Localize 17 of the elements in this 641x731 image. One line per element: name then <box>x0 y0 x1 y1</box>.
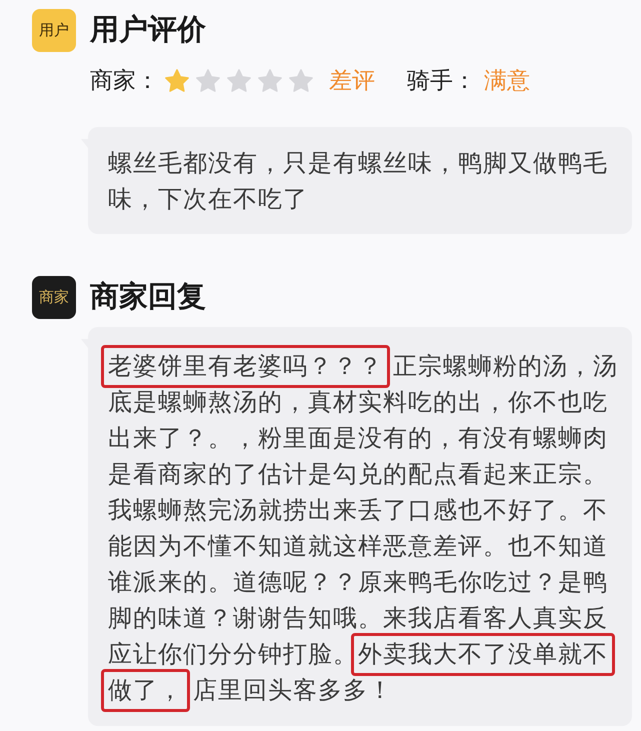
star-icon <box>227 68 251 92</box>
rating-label: 骑手： <box>407 66 476 94</box>
merchant-badge: 商家 <box>32 276 76 318</box>
comment-text: 螺丝毛都没有，只是有螺丝味，鸭脚又做鸭毛味，下次在不吃了 <box>108 149 609 215</box>
star-icon <box>258 68 282 92</box>
rating-label: 商家： <box>90 66 159 94</box>
star-icon <box>289 68 313 92</box>
star-icon <box>165 68 189 92</box>
section-title: 商家回复 <box>90 280 206 314</box>
rating-verdict: 满意 <box>484 66 530 94</box>
rating-verdict: 差评 <box>329 66 375 94</box>
highlight-box: 外卖我大不了没单就不 <box>351 633 615 676</box>
section-title: 用户评价 <box>90 12 206 48</box>
star-icon <box>196 68 220 92</box>
highlight-box: 老婆饼里有老婆吗？？？ <box>101 345 390 388</box>
highlight-box: 做了， <box>101 669 190 712</box>
user-badge: 用户 <box>32 8 76 52</box>
